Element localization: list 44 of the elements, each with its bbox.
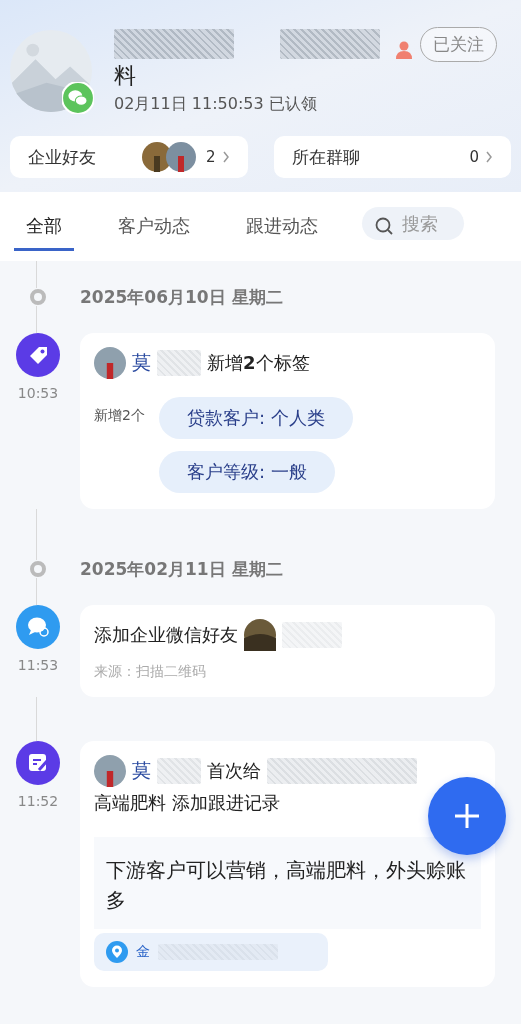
avatar-icon bbox=[244, 619, 276, 651]
stat-count: 2 bbox=[205, 148, 216, 166]
claimed-time: 02月11日 11:50:53 已认领 bbox=[114, 94, 318, 115]
blurred-patch bbox=[157, 350, 201, 376]
event-text: 添加企业微信好友 bbox=[94, 623, 238, 647]
stat-label: 企业好友 bbox=[28, 145, 96, 169]
location-chip[interactable]: 金 bbox=[94, 933, 328, 971]
search-field[interactable]: 搜索 bbox=[362, 207, 464, 240]
source-text: 来源：扫描二维码 bbox=[94, 663, 207, 681]
tag-chip: 贷款客户: 个人类 bbox=[158, 397, 353, 439]
timeline-dot bbox=[29, 288, 47, 306]
note-text: 下游客户可以营销，高端肥料，外头赊账多 bbox=[94, 837, 481, 929]
stat-card[interactable]: 企业好友 2 bbox=[10, 136, 248, 178]
timeline-dot bbox=[29, 560, 47, 578]
person-icon bbox=[394, 40, 414, 60]
avatar-icon bbox=[94, 755, 126, 787]
tags-label: 新增2个 bbox=[94, 407, 145, 425]
chevron-icon bbox=[221, 151, 230, 163]
stat-count: 0 bbox=[469, 148, 479, 166]
event-time: 10:53 bbox=[17, 385, 59, 401]
customer-name: 料 bbox=[114, 62, 137, 90]
date-heading: 2025年06月10日 星期二 bbox=[80, 285, 283, 309]
search-icon bbox=[374, 216, 394, 236]
tab[interactable]: 全部 bbox=[14, 208, 74, 251]
event-time: 11:52 bbox=[17, 793, 59, 809]
event-text: 高端肥料 添加跟进记录 bbox=[94, 791, 281, 815]
tab[interactable]: 跟进动态 bbox=[234, 208, 330, 251]
event-time: 11:53 bbox=[17, 657, 59, 673]
tab[interactable]: 客户动态 bbox=[106, 208, 202, 251]
event-text: 新增2个标签 bbox=[207, 351, 310, 375]
plus-icon bbox=[452, 801, 482, 831]
user-name: 莫 bbox=[132, 758, 151, 783]
stat-label: 所在群聊 bbox=[291, 145, 360, 169]
location-icon bbox=[106, 941, 128, 963]
user-name: 莫 bbox=[132, 350, 151, 375]
wechat-icon bbox=[62, 82, 94, 114]
chevron-icon bbox=[485, 151, 493, 163]
blurred-patch bbox=[157, 758, 201, 784]
avatar-icon bbox=[94, 347, 126, 379]
avatar-icon bbox=[165, 142, 196, 172]
date-heading: 2025年02月11日 星期二 bbox=[80, 557, 283, 581]
stat-card[interactable]: 所在群聊 0 bbox=[273, 136, 511, 178]
event-text: 首次给 bbox=[207, 759, 261, 783]
tag-chip: 客户等级: 一般 bbox=[158, 451, 335, 493]
